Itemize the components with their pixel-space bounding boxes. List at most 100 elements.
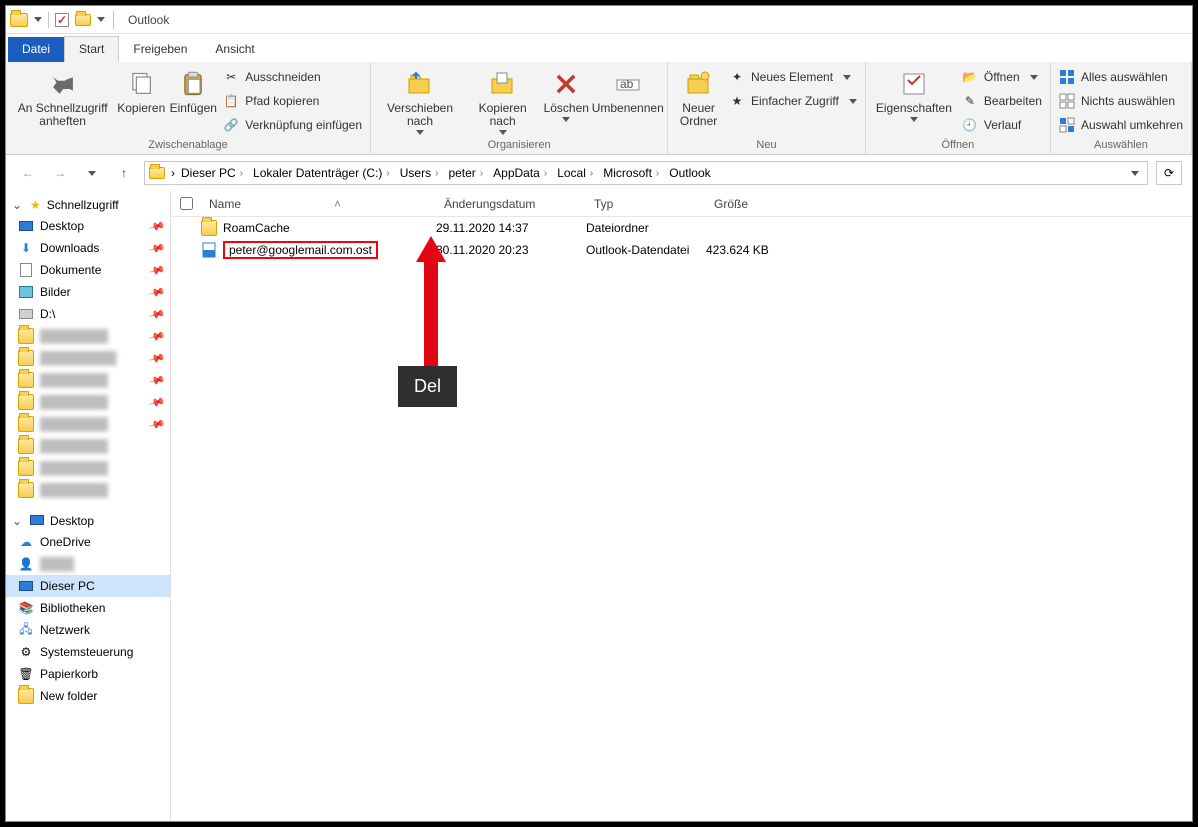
rename-button[interactable]: ab Umbenennen (594, 66, 661, 117)
copy-button[interactable]: Kopieren (117, 66, 165, 117)
tree-item-drive[interactable]: D:\📌 (6, 303, 170, 325)
chevron-right-icon: › (544, 168, 547, 179)
ribbon-group-new: Neuer Ordner ✦Neues Element ★Einfacher Z… (668, 62, 866, 154)
breadcrumb-box[interactable]: › Dieser PC› Lokaler Datenträger (C:)› U… (144, 161, 1148, 185)
tree-item[interactable]: ████████📌 (6, 325, 170, 347)
copy-to-icon (487, 68, 519, 100)
label: Schnellzugriff (47, 198, 119, 212)
tree-item-libraries[interactable]: 📚Bibliotheken (6, 597, 170, 619)
label: Löschen (544, 102, 589, 115)
paste-button[interactable]: Einfügen (169, 66, 217, 117)
tree-item[interactable]: ████████📌 (6, 413, 170, 435)
address-bar: ← → ↑ › Dieser PC› Lokaler Datenträger (… (6, 155, 1192, 191)
qat-dropdown-icon[interactable] (34, 17, 42, 22)
tab-ansicht[interactable]: Ansicht (201, 37, 268, 62)
group-caption: Öffnen (872, 137, 1044, 154)
tree-item[interactable]: ████████ (6, 435, 170, 457)
tree-item-desktop[interactable]: Desktop📌 (6, 215, 170, 237)
breadcrumb-segment[interactable]: Outlook (665, 166, 714, 180)
column-name[interactable]: Name˄ (201, 197, 436, 211)
new-folder-button[interactable]: Neuer Ordner (674, 66, 723, 130)
delete-button[interactable]: Löschen (542, 66, 590, 124)
chevron-right-icon: › (171, 166, 175, 180)
tree-item-control-panel[interactable]: ⚙Systemsteuerung (6, 641, 170, 663)
breadcrumb-segment[interactable]: Local› (553, 166, 597, 180)
file-type: Dateiordner (586, 221, 706, 235)
tree-section-desktop[interactable]: ⌄ Desktop (6, 511, 170, 531)
column-checkbox[interactable] (171, 197, 201, 210)
label: AppData (493, 166, 540, 180)
paste-shortcut-button[interactable]: 🔗Verknüpfung einfügen (221, 114, 364, 136)
up-button[interactable]: ↑ (112, 161, 136, 185)
pin-to-quick-access-button[interactable]: An Schnellzugriff anheften (12, 66, 113, 130)
easy-access-button[interactable]: ★Einfacher Zugriff (727, 90, 859, 112)
tab-freigeben[interactable]: Freigeben (119, 37, 201, 62)
recycle-bin-icon: 🗑 (18, 666, 34, 682)
file-row[interactable]: RoamCache 29.11.2020 14:37 Dateiordner (171, 217, 1192, 239)
select-all-checkbox[interactable] (180, 197, 193, 210)
tab-start[interactable]: Start (64, 36, 119, 62)
open-button[interactable]: 📂Öffnen (960, 66, 1044, 88)
select-all-button[interactable]: Alles auswählen (1057, 66, 1185, 88)
recent-dropdown[interactable] (80, 161, 104, 185)
downloads-icon: ⬇ (18, 240, 34, 256)
tree-item-documents[interactable]: Dokumente📌 (6, 259, 170, 281)
label: peter (448, 166, 475, 180)
file-row[interactable]: peter@googlemail.com.ost 30.11.2020 20:2… (171, 239, 1192, 261)
breadcrumb-segment[interactable]: Users› (396, 166, 443, 180)
properties-button[interactable]: Eigenschaften (872, 66, 956, 124)
tree-item[interactable]: ████████ (6, 457, 170, 479)
easy-access-icon: ★ (729, 93, 745, 109)
breadcrumb-segment[interactable]: AppData › (489, 166, 551, 180)
label: Downloads (40, 241, 99, 255)
move-to-button[interactable]: Verschieben nach (377, 66, 463, 137)
select-none-button[interactable]: Nichts auswählen (1057, 90, 1185, 112)
group-caption: Organisieren (377, 137, 661, 154)
tree-section-quick-access[interactable]: ⌄ ★ Schnellzugriff (6, 195, 170, 215)
chevron-down-icon (1030, 75, 1038, 80)
tree-item-downloads[interactable]: ⬇Downloads📌 (6, 237, 170, 259)
tree-item-user[interactable]: 👤████ (6, 553, 170, 575)
breadcrumb-segment[interactable]: Lokaler Datenträger (C:)› (249, 166, 394, 180)
tree-item-folder[interactable]: New folder (6, 685, 170, 707)
new-item-button[interactable]: ✦Neues Element (727, 66, 859, 88)
properties-check-icon[interactable]: ✓ (55, 13, 69, 27)
label: Bearbeiten (984, 94, 1042, 108)
back-button[interactable]: ← (16, 161, 40, 185)
tree-item-onedrive[interactable]: ☁OneDrive (6, 531, 170, 553)
tree-item[interactable]: ████████📌 (6, 369, 170, 391)
column-type[interactable]: Typ (586, 197, 706, 211)
invert-selection-button[interactable]: Auswahl umkehren (1057, 114, 1185, 136)
tree-item[interactable]: █████████📌 (6, 347, 170, 369)
control-panel-icon: ⚙ (18, 644, 34, 660)
column-date[interactable]: Änderungsdatum (436, 197, 586, 211)
folder-icon (201, 220, 217, 236)
folder-icon (10, 13, 28, 27)
column-size[interactable]: Größe (706, 197, 826, 211)
folder-icon[interactable] (75, 14, 91, 26)
tree-item[interactable]: ████████ (6, 479, 170, 501)
copy-to-button[interactable]: Kopieren nach (467, 66, 538, 137)
breadcrumb-segment[interactable]: Dieser PC› (177, 166, 247, 180)
tree-item-network[interactable]: 🖧Netzwerk (6, 619, 170, 641)
network-icon: 🖧 (18, 622, 34, 638)
tab-datei[interactable]: Datei (8, 37, 64, 62)
qat-dropdown-icon[interactable] (97, 17, 105, 22)
edit-button[interactable]: ✎Bearbeiten (960, 90, 1044, 112)
history-button[interactable]: 🕘Verlauf (960, 114, 1044, 136)
breadcrumb-segment[interactable]: Microsoft› (599, 166, 663, 180)
copy-path-button[interactable]: 📋Pfad kopieren (221, 90, 364, 112)
forward-button[interactable]: → (48, 161, 72, 185)
tree-item-this-pc[interactable]: Dieser PC (6, 575, 170, 597)
label-redacted: ████████ (40, 461, 108, 475)
new-folder-icon (683, 68, 715, 100)
refresh-button[interactable]: ⟳ (1156, 161, 1182, 185)
cut-button[interactable]: ✂Ausschneiden (221, 66, 364, 88)
label: Bibliotheken (40, 601, 105, 615)
tree-item[interactable]: ████████📌 (6, 391, 170, 413)
tree-item-recycle-bin[interactable]: 🗑Papierkorb (6, 663, 170, 685)
tree-item-pictures[interactable]: Bilder📌 (6, 281, 170, 303)
address-dropdown-icon[interactable] (1131, 171, 1139, 176)
expand-icon: ⌄ (12, 514, 24, 528)
breadcrumb-segment[interactable]: peter› (444, 166, 487, 180)
